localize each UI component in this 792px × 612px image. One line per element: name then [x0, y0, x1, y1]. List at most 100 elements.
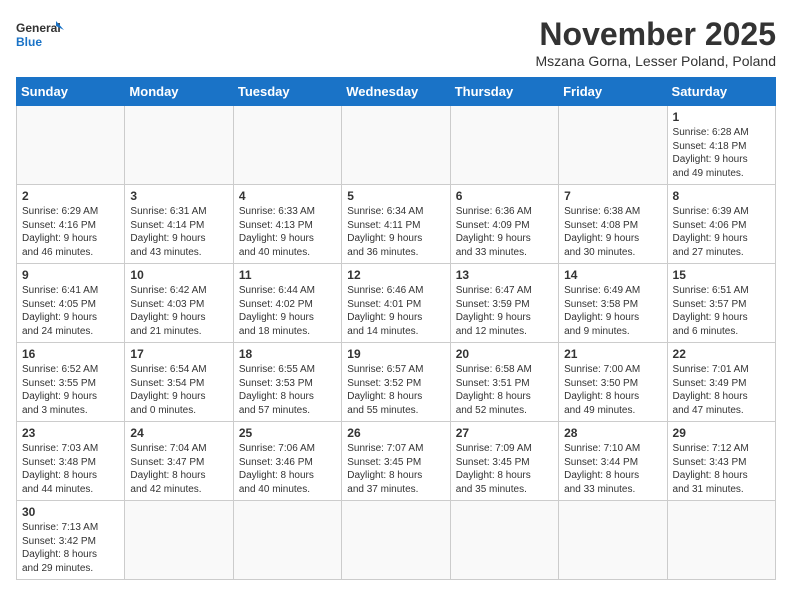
col-header-monday: Monday [125, 78, 233, 106]
calendar-cell [342, 501, 450, 580]
calendar-cell: 6 Sunrise: 6:36 AMSunset: 4:09 PMDaylight… [450, 185, 558, 264]
calendar-cell: 19 Sunrise: 6:57 AMSunset: 3:52 PMDayligh… [342, 343, 450, 422]
day-number: 19 [347, 347, 444, 361]
calendar-cell: 16 Sunrise: 6:52 AMSunset: 3:55 PMDayligh… [17, 343, 125, 422]
day-number: 27 [456, 426, 553, 440]
day-info: Sunrise: 6:28 AMSunset: 4:18 PMDaylight:… [673, 126, 770, 180]
calendar-cell: 13 Sunrise: 6:47 AMSunset: 3:59 PMDayligh… [450, 264, 558, 343]
col-header-saturday: Saturday [667, 78, 775, 106]
calendar-cell: 22 Sunrise: 7:01 AMSunset: 3:49 PMDayligh… [667, 343, 775, 422]
calendar-cell [559, 106, 667, 185]
calendar-cell: 25Sunrise: 7:06 AMSunset: 3:46 PMDayligh… [233, 422, 341, 501]
calendar-cell: 1Sunrise: 6:28 AMSunset: 4:18 PMDaylight… [667, 106, 775, 185]
calendar-cell: 4Sunrise: 6:33 AMSunset: 4:13 PMDaylight… [233, 185, 341, 264]
calendar-cell: 10 Sunrise: 6:42 AMSunset: 4:03 PMDayligh… [125, 264, 233, 343]
calendar-cell [233, 106, 341, 185]
location: Mszana Gorna, Lesser Poland, Poland [536, 53, 776, 69]
calendar-cell: 21 Sunrise: 7:00 AMSunset: 3:50 PMDayligh… [559, 343, 667, 422]
day-number: 24 [130, 426, 227, 440]
col-header-sunday: Sunday [17, 78, 125, 106]
day-number: 2 [22, 189, 119, 203]
day-number: 20 [456, 347, 553, 361]
day-info: Sunrise: 6:49 AMSunset: 3:58 PMDaylight:… [564, 284, 661, 338]
calendar-header-row: SundayMondayTuesdayWednesdayThursdayFrid… [17, 78, 776, 106]
calendar-cell: 29 Sunrise: 7:12 AMSunset: 3:43 PMDayligh… [667, 422, 775, 501]
day-number: 13 [456, 268, 553, 282]
calendar-table: SundayMondayTuesdayWednesdayThursdayFrid… [16, 77, 776, 580]
day-info: Sunrise: 7:09 AMSunset: 3:45 PMDaylight:… [456, 442, 553, 496]
day-info: Sunrise: 7:13 AMSunset: 3:42 PMDaylight:… [22, 521, 119, 575]
calendar-cell: 11Sunrise: 6:44 AMSunset: 4:02 PMDayligh… [233, 264, 341, 343]
calendar-cell: 5Sunrise: 6:34 AMSunset: 4:11 PMDaylight… [342, 185, 450, 264]
day-number: 22 [673, 347, 770, 361]
calendar-cell [450, 501, 558, 580]
calendar-cell: 23Sunrise: 7:03 AMSunset: 3:48 PMDayligh… [17, 422, 125, 501]
day-number: 30 [22, 505, 119, 519]
day-number: 3 [130, 189, 227, 203]
day-info: Sunrise: 6:39 AMSunset: 4:06 PMDaylight:… [673, 205, 770, 259]
day-number: 14 [564, 268, 661, 282]
calendar-week-row: 23Sunrise: 7:03 AMSunset: 3:48 PMDayligh… [17, 422, 776, 501]
calendar-week-row: 1Sunrise: 6:28 AMSunset: 4:18 PMDaylight… [17, 106, 776, 185]
day-number: 28 [564, 426, 661, 440]
calendar-cell: 14 Sunrise: 6:49 AMSunset: 3:58 PMDayligh… [559, 264, 667, 343]
calendar-cell [125, 106, 233, 185]
calendar-cell: 30 Sunrise: 7:13 AMSunset: 3:42 PMDayligh… [17, 501, 125, 580]
svg-text:Blue: Blue [16, 35, 42, 49]
logo-svg: General Blue [16, 16, 66, 58]
calendar-cell [233, 501, 341, 580]
day-info: Sunrise: 6:47 AMSunset: 3:59 PMDaylight:… [456, 284, 553, 338]
day-info: Sunrise: 6:36 AMSunset: 4:09 PMDaylight:… [456, 205, 553, 259]
calendar-cell [125, 501, 233, 580]
svg-text:General: General [16, 21, 61, 35]
calendar-cell: 15Sunrise: 6:51 AMSunset: 3:57 PMDayligh… [667, 264, 775, 343]
day-number: 23 [22, 426, 119, 440]
calendar-cell: 28Sunrise: 7:10 AMSunset: 3:44 PMDayligh… [559, 422, 667, 501]
day-number: 16 [22, 347, 119, 361]
day-number: 18 [239, 347, 336, 361]
calendar-cell: 26Sunrise: 7:07 AMSunset: 3:45 PMDayligh… [342, 422, 450, 501]
day-info: Sunrise: 6:55 AMSunset: 3:53 PMDaylight:… [239, 363, 336, 417]
calendar-cell: 17Sunrise: 6:54 AMSunset: 3:54 PMDayligh… [125, 343, 233, 422]
day-info: Sunrise: 6:33 AMSunset: 4:13 PMDaylight:… [239, 205, 336, 259]
day-number: 6 [456, 189, 553, 203]
calendar-cell: 7Sunrise: 6:38 AMSunset: 4:08 PMDaylight… [559, 185, 667, 264]
calendar-week-row: 30 Sunrise: 7:13 AMSunset: 3:42 PMDayligh… [17, 501, 776, 580]
calendar-cell: 27 Sunrise: 7:09 AMSunset: 3:45 PMDayligh… [450, 422, 558, 501]
calendar-week-row: 9Sunrise: 6:41 AMSunset: 4:05 PMDaylight… [17, 264, 776, 343]
calendar-cell: 9Sunrise: 6:41 AMSunset: 4:05 PMDaylight… [17, 264, 125, 343]
col-header-friday: Friday [559, 78, 667, 106]
day-info: Sunrise: 6:51 AMSunset: 3:57 PMDaylight:… [673, 284, 770, 338]
day-number: 12 [347, 268, 444, 282]
day-number: 21 [564, 347, 661, 361]
day-number: 10 [130, 268, 227, 282]
calendar-cell [667, 501, 775, 580]
day-info: Sunrise: 6:44 AMSunset: 4:02 PMDaylight:… [239, 284, 336, 338]
day-info: Sunrise: 6:57 AMSunset: 3:52 PMDaylight:… [347, 363, 444, 417]
calendar-cell [559, 501, 667, 580]
day-info: Sunrise: 7:01 AMSunset: 3:49 PMDaylight:… [673, 363, 770, 417]
day-number: 8 [673, 189, 770, 203]
day-info: Sunrise: 7:12 AMSunset: 3:43 PMDaylight:… [673, 442, 770, 496]
calendar-cell: 2Sunrise: 6:29 AMSunset: 4:16 PMDaylight… [17, 185, 125, 264]
calendar-cell: 18 Sunrise: 6:55 AMSunset: 3:53 PMDayligh… [233, 343, 341, 422]
day-info: Sunrise: 6:52 AMSunset: 3:55 PMDaylight:… [22, 363, 119, 417]
day-info: Sunrise: 7:06 AMSunset: 3:46 PMDaylight:… [239, 442, 336, 496]
calendar-week-row: 16 Sunrise: 6:52 AMSunset: 3:55 PMDayligh… [17, 343, 776, 422]
day-number: 17 [130, 347, 227, 361]
title-block: November 2025 Mszana Gorna, Lesser Polan… [536, 16, 776, 69]
day-info: Sunrise: 6:31 AMSunset: 4:14 PMDaylight:… [130, 205, 227, 259]
logo: General Blue [16, 16, 66, 58]
day-number: 9 [22, 268, 119, 282]
col-header-tuesday: Tuesday [233, 78, 341, 106]
day-number: 29 [673, 426, 770, 440]
day-info: Sunrise: 7:00 AMSunset: 3:50 PMDaylight:… [564, 363, 661, 417]
day-info: Sunrise: 6:42 AMSunset: 4:03 PMDaylight:… [130, 284, 227, 338]
calendar-cell [342, 106, 450, 185]
month-title: November 2025 [536, 16, 776, 53]
calendar-cell: 8 Sunrise: 6:39 AMSunset: 4:06 PMDaylight… [667, 185, 775, 264]
calendar-cell: 12Sunrise: 6:46 AMSunset: 4:01 PMDayligh… [342, 264, 450, 343]
day-number: 7 [564, 189, 661, 203]
calendar-cell [450, 106, 558, 185]
calendar-cell: 24Sunrise: 7:04 AMSunset: 3:47 PMDayligh… [125, 422, 233, 501]
